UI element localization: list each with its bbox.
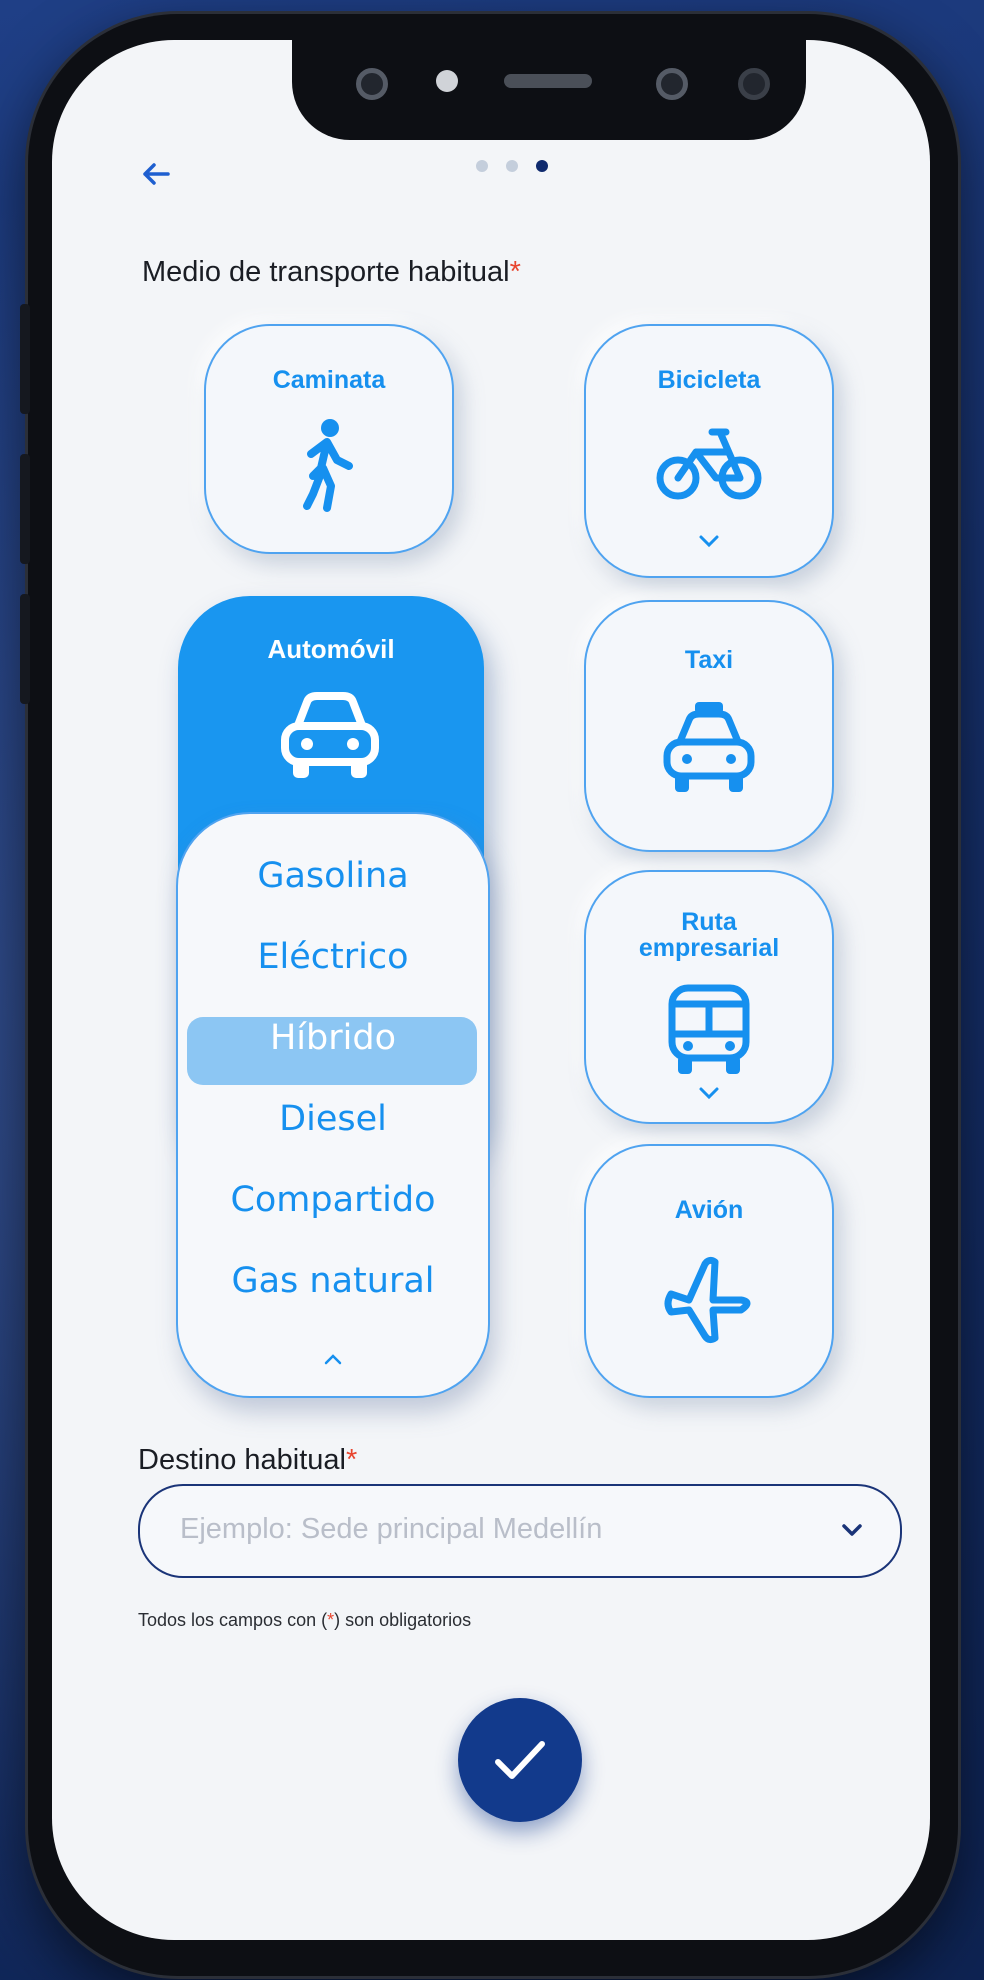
chevron-down-icon[interactable] — [840, 1522, 864, 1538]
volume-button — [20, 304, 30, 414]
transport-option-label: Taxi — [684, 646, 734, 674]
fuel-option-gasolina[interactable]: Gasolina — [178, 856, 488, 896]
transport-option-avion[interactable]: Avión — [584, 1144, 834, 1398]
transport-option-caminata[interactable]: Caminata — [204, 324, 454, 554]
step-dot-active — [536, 160, 548, 172]
required-fields-note: Todos los campos con (*) son obligatorio… — [138, 1610, 472, 1630]
submit-button[interactable] — [458, 1698, 582, 1822]
transport-option-label: Caminata — [272, 366, 386, 394]
step-dot — [476, 160, 488, 172]
step-dot — [506, 160, 518, 172]
checkmark-icon — [495, 1741, 545, 1779]
phone-notch — [292, 40, 806, 140]
transport-option-label: Bicicleta — [657, 366, 761, 394]
arrow-left-icon[interactable] — [138, 156, 174, 192]
camera-icon — [656, 68, 688, 100]
destination-select[interactable]: Ejemplo: Sede principal Medellín — [138, 1484, 902, 1578]
taxi-icon — [659, 698, 759, 807]
speaker-grill — [504, 74, 592, 88]
fuel-option-gas-natural[interactable]: Gas natural — [178, 1261, 488, 1301]
fuel-type-dropdown: Gasolina Eléctrico Híbrido Diesel Compar… — [176, 812, 490, 1398]
car-icon — [275, 688, 385, 789]
fuel-option-hibrido[interactable]: Híbrido — [178, 1018, 488, 1058]
fuel-option-diesel[interactable]: Diesel — [178, 1099, 488, 1139]
transport-option-bicicleta[interactable]: Bicicleta — [584, 324, 834, 578]
transport-option-ruta-empresarial[interactable]: Ruta empresarial — [584, 870, 834, 1124]
transport-option-label: Ruta — [681, 908, 737, 936]
transport-option-label: Avión — [674, 1196, 744, 1224]
volume-button — [20, 594, 30, 704]
fuel-option-compartido[interactable]: Compartido — [178, 1180, 488, 1220]
transport-option-taxi[interactable]: Taxi — [584, 600, 834, 852]
transport-option-label: empresarial — [638, 934, 780, 962]
transport-label: Medio de transporte habitual* — [142, 256, 521, 288]
bus-icon — [664, 984, 754, 1085]
phone-screen: Medio de transporte habitual* Caminata B… — [52, 40, 930, 1940]
airplane-icon — [659, 1250, 759, 1355]
sensor-dot — [436, 70, 458, 92]
sensor-icon — [738, 68, 770, 100]
camera-icon — [356, 68, 388, 100]
destination-label: Destino habitual* — [138, 1444, 358, 1476]
transport-option-label: Automóvil — [267, 634, 395, 664]
chevron-down-icon[interactable] — [698, 1086, 720, 1100]
bicycle-icon — [654, 422, 764, 507]
walking-person-icon — [299, 416, 359, 521]
fuel-option-electrico[interactable]: Eléctrico — [178, 937, 488, 977]
chevron-down-icon[interactable] — [698, 534, 720, 548]
chevron-up-icon[interactable] — [322, 1352, 344, 1366]
destination-placeholder: Ejemplo: Sede principal Medellín — [180, 1513, 603, 1545]
volume-button — [20, 454, 30, 564]
